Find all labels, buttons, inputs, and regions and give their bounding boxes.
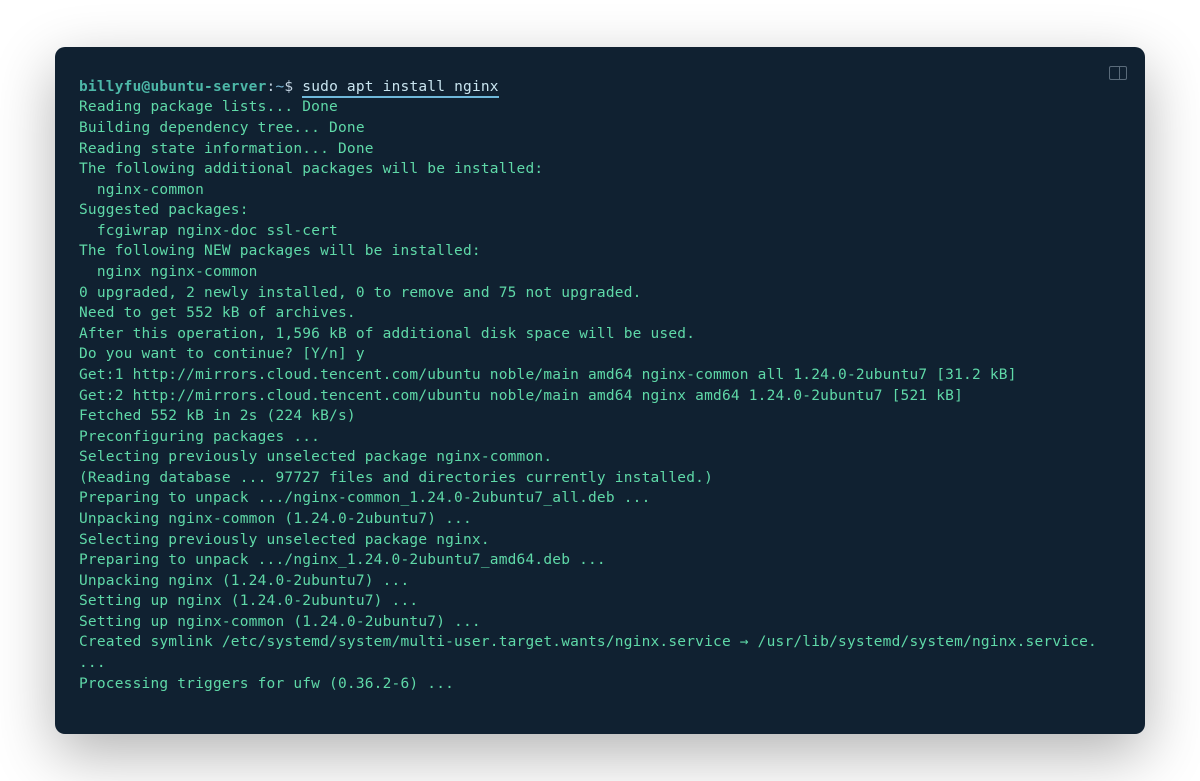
output-line: Created symlink /etc/systemd/system/mult…: [79, 632, 1121, 673]
output-line: Processing triggers for ufw (0.36.2-6) .…: [79, 674, 1121, 695]
output-line: Suggested packages:: [79, 200, 1121, 221]
terminal-output: Reading package lists... DoneBuilding de…: [79, 97, 1121, 694]
output-line: Selecting previously unselected package …: [79, 530, 1121, 551]
output-line: Reading state information... Done: [79, 139, 1121, 160]
output-line: Preparing to unpack .../nginx-common_1.2…: [79, 488, 1121, 509]
output-line: Reading package lists... Done: [79, 97, 1121, 118]
output-line: Building dependency tree... Done: [79, 118, 1121, 139]
output-line: Need to get 552 kB of archives.: [79, 303, 1121, 324]
prompt-user-host: billyfu@ubuntu-server: [79, 79, 267, 95]
output-line: Selecting previously unselected package …: [79, 447, 1121, 468]
output-line: nginx nginx-common: [79, 262, 1121, 283]
command-text: sudo apt install nginx: [302, 79, 498, 98]
output-line: fcgiwrap nginx-doc ssl-cert: [79, 221, 1121, 242]
output-line: (Reading database ... 97727 files and di…: [79, 468, 1121, 489]
output-line: Unpacking nginx-common (1.24.0-2ubuntu7)…: [79, 509, 1121, 530]
output-line: Do you want to continue? [Y/n] y: [79, 344, 1121, 365]
output-line: Preparing to unpack .../nginx_1.24.0-2ub…: [79, 550, 1121, 571]
panel-split-icon[interactable]: [1109, 66, 1127, 80]
output-line: Fetched 552 kB in 2s (224 kB/s): [79, 406, 1121, 427]
output-line: The following NEW packages will be insta…: [79, 241, 1121, 262]
prompt-dollar: $: [284, 79, 293, 95]
output-line: Get:1 http://mirrors.cloud.tencent.com/u…: [79, 365, 1121, 386]
terminal-window[interactable]: billyfu@ubuntu-server:~$ sudo apt instal…: [55, 47, 1145, 734]
output-line: Unpacking nginx (1.24.0-2ubuntu7) ...: [79, 571, 1121, 592]
output-line: nginx-common: [79, 180, 1121, 201]
output-line: The following additional packages will b…: [79, 159, 1121, 180]
output-line: After this operation, 1,596 kB of additi…: [79, 324, 1121, 345]
prompt-line: billyfu@ubuntu-server:~$ sudo apt instal…: [79, 77, 1121, 98]
terminal-content[interactable]: billyfu@ubuntu-server:~$ sudo apt instal…: [55, 47, 1145, 734]
output-line: Get:2 http://mirrors.cloud.tencent.com/u…: [79, 386, 1121, 407]
output-line: Setting up nginx-common (1.24.0-2ubuntu7…: [79, 612, 1121, 633]
output-line: Preconfiguring packages ...: [79, 427, 1121, 448]
output-line: Setting up nginx (1.24.0-2ubuntu7) ...: [79, 591, 1121, 612]
window-controls: [1109, 65, 1127, 84]
output-line: 0 upgraded, 2 newly installed, 0 to remo…: [79, 283, 1121, 304]
